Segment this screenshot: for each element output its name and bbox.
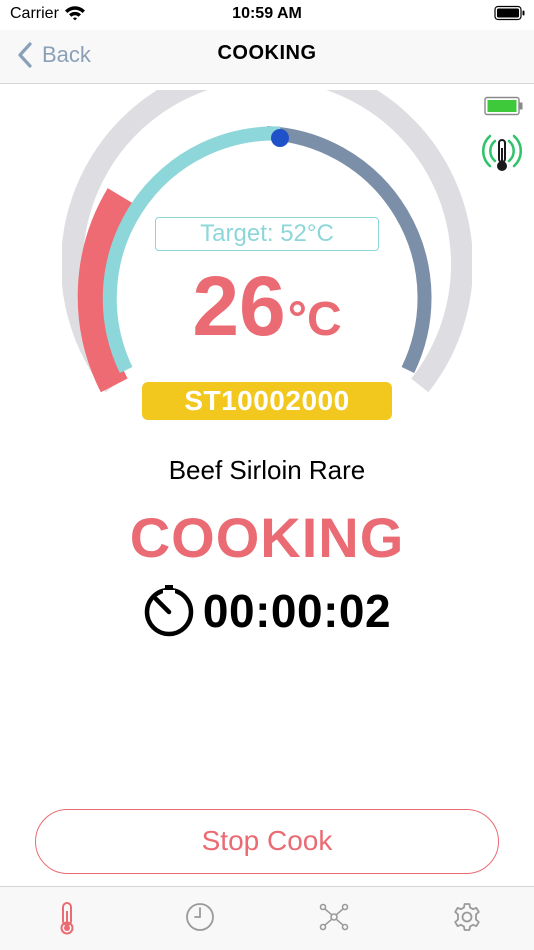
battery-icon [494,5,526,26]
network-icon [319,903,349,931]
timer-value: 00:00:02 [202,585,392,637]
stop-cook-button[interactable]: Stop Cook [35,809,499,874]
page-title: COOKING [217,42,317,64]
stopwatch-icon [144,585,194,637]
tab-settings[interactable] [447,901,487,937]
temperature-unit: °C [287,293,342,346]
target-temperature-label: Target: 52°C [155,217,379,251]
tab-history[interactable] [180,901,220,937]
probe-signal-icon [478,132,526,181]
tab-network[interactable] [314,901,354,937]
gauge-knob [271,129,289,147]
recipe-name: Beef Sirloin Rare [168,455,366,485]
navigation-bar: Back COOKING [0,30,534,84]
clock-icon [186,903,214,931]
status-time: 10:59 AM [232,5,302,22]
tab-temperature[interactable] [47,901,87,937]
cooking-screen: Carrier 10:59 AM Back COOKING Target: 52… [0,0,534,950]
cook-timer: 00:00:02 [0,584,534,638]
cook-status: COOKING [129,506,405,569]
tab-bar [0,886,534,950]
thermometer-icon [60,902,74,935]
battery-full-icon [484,96,524,121]
status-bar: Carrier 10:59 AM [0,0,534,30]
probe-id-badge: ST10002000 [142,382,392,420]
gear-icon [454,903,480,931]
current-temperature: 26°C [0,258,534,355]
current-temperature-value: 26 [192,259,286,353]
